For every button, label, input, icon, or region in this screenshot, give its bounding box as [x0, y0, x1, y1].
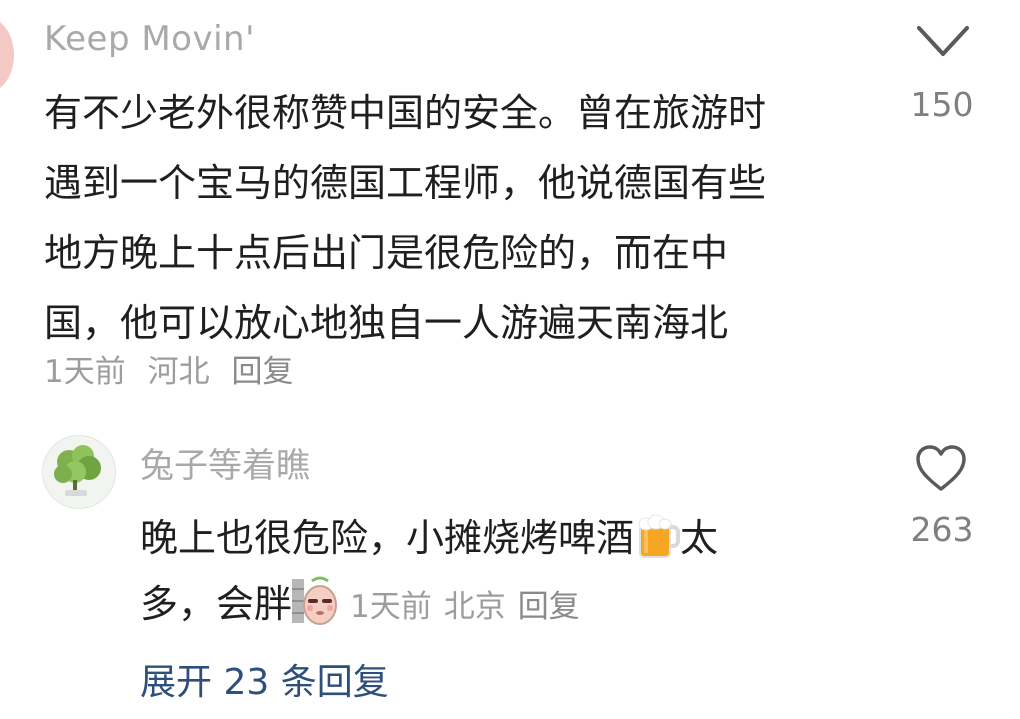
comment-line: 地方晚上十点后出门是很危险的，而在中 — [44, 231, 729, 275]
beer-mug-emoji — [634, 513, 681, 579]
reply-body: 晚上也很危险，小摊烧烤啤酒 太 多，会胖 1天前 北京 回复 — [140, 505, 820, 637]
reply-location: 北京 — [443, 589, 506, 625]
heart-outline-icon[interactable] — [914, 18, 972, 62]
comment-line: 有不少老外很称赞中国的安全。曾在旅游时 — [44, 91, 767, 135]
comment-location: 河北 — [147, 354, 210, 390]
reply-text: 多，会胖 — [140, 582, 293, 626]
reply-text: 太 — [680, 516, 719, 560]
comment-meta: 1天前 河北 回复 — [44, 350, 305, 394]
comment-line: 国，他可以放心地独自一人游遍天南海北 — [44, 301, 729, 345]
reply-button[interactable]: 回复 — [518, 589, 580, 625]
reply-time: 1天前 — [350, 589, 432, 625]
reply-author[interactable]: 兔子等着瞧 — [140, 442, 310, 490]
avatar[interactable] — [42, 435, 116, 509]
reply-line: 多，会胖 1天前 北京 回复 — [140, 571, 820, 637]
reply-meta: 1天前 北京 回复 — [350, 589, 592, 625]
peeking-face-emoji — [292, 575, 342, 645]
comment-author[interactable]: Keep Movin' — [44, 24, 284, 60]
reply-text: 晚上也很危险，小摊烧烤啤酒 — [140, 516, 635, 560]
like-count: 150 — [910, 85, 974, 124]
comment-time: 1天前 — [44, 354, 126, 390]
reply-line: 晚上也很危险，小摊烧烤啤酒 太 — [140, 505, 820, 571]
expand-replies-button[interactable]: 展开 23 条回复 — [140, 658, 389, 708]
reply-button[interactable]: 回复 — [231, 354, 293, 390]
comment-line: 遇到一个宝马的德国工程师，他说德国有些 — [44, 161, 767, 205]
avatar[interactable] — [0, 18, 14, 92]
comment-body: 有不少老外很称赞中国的安全。曾在旅游时 遇到一个宝马的德国工程师，他说德国有些 … — [44, 78, 874, 358]
like-count: 263 — [910, 510, 974, 549]
heart-outline-icon[interactable] — [914, 444, 968, 494]
